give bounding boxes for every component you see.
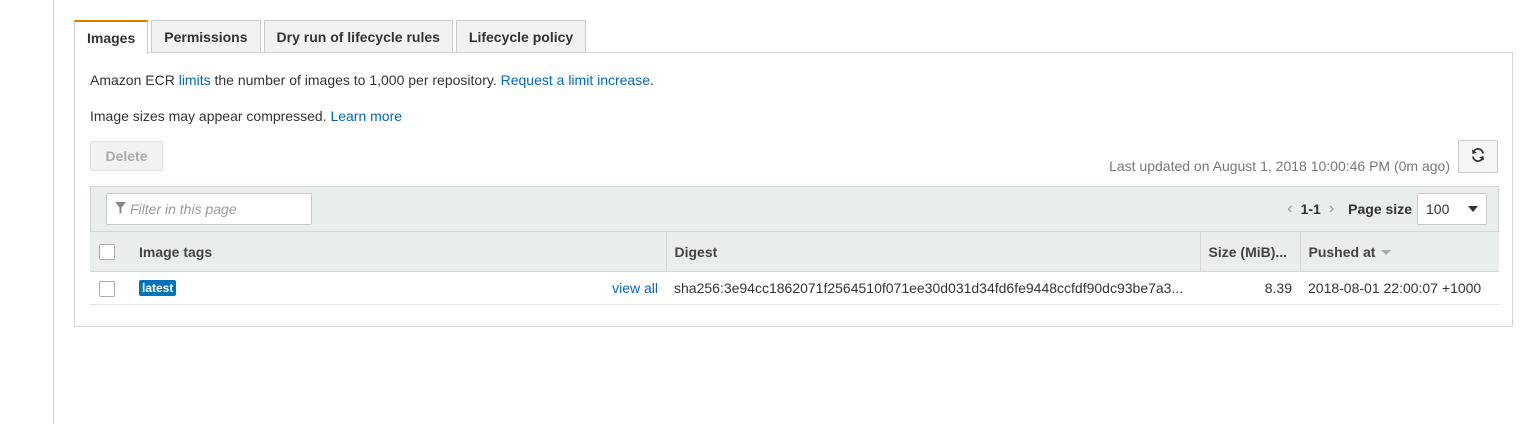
delete-button[interactable]: Delete	[90, 141, 163, 171]
row-checkbox[interactable]	[99, 280, 115, 297]
next-page-button[interactable]: ›	[1325, 200, 1338, 218]
request-limit-increase-link[interactable]: Request a limit increase	[501, 72, 650, 88]
page-size-select[interactable]: 100	[1417, 193, 1487, 225]
pagination: ‹ 1-1 › Page size 100	[1283, 193, 1487, 225]
tab-images[interactable]: Images	[74, 20, 149, 54]
page-size-label: Page size	[1348, 201, 1412, 217]
limit-notice-prefix: Amazon ECR	[90, 72, 179, 88]
column-header-image-tags[interactable]: Image tags	[131, 231, 666, 272]
table-header-row: Image tags Digest Size (MiB)... Pushed a…	[90, 231, 1499, 272]
image-tag-badge[interactable]: latest	[139, 280, 177, 296]
table-row[interactable]: latest view all sha256:3e94cc1862071f256…	[90, 271, 1499, 305]
tab-dry-run-lifecycle-rules[interactable]: Dry run of lifecycle rules	[263, 20, 453, 53]
size-cell: 8.39	[1200, 271, 1300, 305]
page-range: 1-1	[1300, 201, 1321, 217]
limit-notice-suffix: .	[650, 72, 654, 88]
compression-notice-text: Image sizes may appear compressed.	[90, 108, 331, 124]
images-panel: Amazon ECR limits the number of images t…	[74, 52, 1513, 327]
limit-notice: Amazon ECR limits the number of images t…	[90, 72, 654, 88]
tab-lifecycle-policy[interactable]: Lifecycle policy	[455, 20, 587, 53]
column-header-pushed-at-label: Pushed at	[1308, 243, 1376, 260]
tab-permissions[interactable]: Permissions	[151, 20, 261, 53]
page-size-value: 100	[1426, 201, 1450, 217]
images-table: Image tags Digest Size (MiB)... Pushed a…	[90, 231, 1499, 305]
pushed-at-cell: 2018-08-01 22:00:07 +1000	[1300, 271, 1499, 305]
image-tags-cell: latest view all	[131, 271, 666, 305]
chevron-down-icon	[1468, 206, 1478, 212]
last-updated-text: Last updated on August 1, 2018 10:00:46 …	[1109, 158, 1450, 174]
images-table-container: ‹ 1-1 › Page size 100	[90, 186, 1499, 305]
filter-input[interactable]	[126, 201, 300, 217]
select-all-cell	[90, 231, 131, 272]
column-header-pushed-at[interactable]: Pushed at	[1299, 231, 1499, 272]
table-toolbar: ‹ 1-1 › Page size 100	[90, 186, 1499, 231]
previous-page-button[interactable]: ‹	[1283, 200, 1296, 218]
view-all-tags-link[interactable]: view all	[612, 280, 658, 296]
filter-icon	[115, 201, 126, 217]
refresh-icon	[1470, 147, 1486, 166]
refresh-button[interactable]	[1458, 140, 1498, 173]
sort-descending-icon	[1381, 250, 1392, 256]
row-select-cell	[90, 271, 131, 305]
tab-bar: Images Permissions Dry run of lifecycle …	[74, 20, 589, 54]
learn-more-link[interactable]: Learn more	[330, 108, 402, 124]
limits-link[interactable]: limits	[179, 72, 211, 88]
digest-cell: sha256:3e94cc1862071f2564510f071ee30d031…	[666, 271, 1200, 305]
compression-notice: Image sizes may appear compressed. Learn…	[90, 108, 402, 124]
select-all-checkbox[interactable]	[99, 244, 115, 261]
filter-field[interactable]	[106, 193, 312, 225]
column-header-digest[interactable]: Digest	[665, 231, 1200, 272]
limit-notice-middle: the number of images to 1,000 per reposi…	[210, 72, 501, 88]
left-divider	[53, 0, 54, 424]
column-header-size[interactable]: Size (MiB)...	[1199, 231, 1300, 272]
